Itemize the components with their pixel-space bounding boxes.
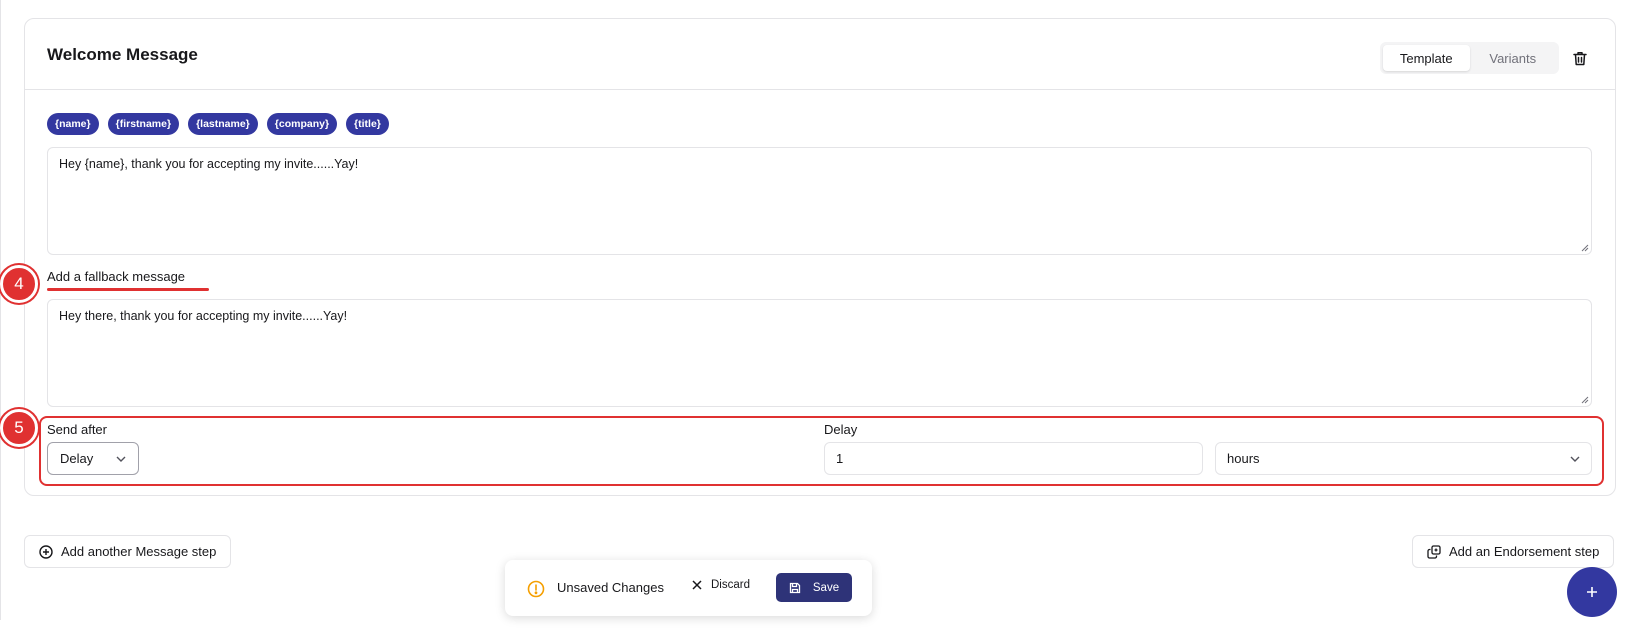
card-title: Welcome Message — [47, 45, 198, 64]
save-label: Save — [812, 581, 840, 594]
annotation-callout-4: 4 — [0, 265, 38, 303]
close-icon — [692, 580, 702, 590]
resize-handle-icon[interactable] — [1581, 244, 1589, 252]
add-message-step-button[interactable]: Add another Message step — [24, 535, 232, 568]
discard-label: Discard — [711, 579, 750, 591]
delete-step-button[interactable] — [1570, 48, 1590, 68]
resize-handle-icon[interactable] — [1581, 396, 1589, 404]
copy-plus-icon — [1427, 544, 1441, 559]
fallback-message-textarea[interactable]: Hey there, thank you for accepting my in… — [47, 299, 1592, 407]
discard-button[interactable]: Discard — [692, 579, 750, 591]
variable-chip-lastname[interactable]: {lastname} — [188, 113, 258, 135]
add-endorsement-step-label: Add an Endorsement step — [1449, 544, 1600, 559]
variable-chip-firstname[interactable]: {firstname} — [107, 113, 180, 135]
annotation-underline — [47, 288, 209, 291]
warning-icon — [527, 580, 545, 598]
message-text: Hey {name}, thank you for accepting my i… — [59, 157, 359, 171]
unsaved-changes-text: Unsaved Changes — [557, 580, 664, 595]
plus-icon — [1587, 587, 1597, 597]
tab-template[interactable]: Template — [1383, 45, 1470, 71]
plus-circle-icon — [39, 544, 53, 559]
variable-chip-title[interactable]: {title} — [346, 113, 389, 135]
save-button[interactable]: Save — [776, 573, 852, 602]
left-divider — [0, 0, 1, 620]
template-variants-toggle: Template Variants — [1380, 42, 1559, 74]
save-icon — [789, 582, 801, 593]
floating-add-button[interactable] — [1567, 567, 1617, 617]
card-header: Welcome Message Template Variants — [25, 19, 1615, 90]
tab-variants[interactable]: Variants — [1470, 45, 1557, 71]
add-endorsement-step-button[interactable]: Add an Endorsement step — [1412, 535, 1615, 568]
fallback-message-text: Hey there, thank you for accepting my in… — [59, 309, 348, 323]
variable-chip-name[interactable]: {name} — [47, 113, 99, 135]
variable-chips: {name} {firstname} {lastname} {company} … — [47, 113, 389, 135]
trash-icon — [1573, 51, 1587, 65]
variable-chip-company[interactable]: {company} — [266, 113, 338, 135]
message-textarea[interactable]: Hey {name}, thank you for accepting my i… — [47, 147, 1592, 255]
annotation-highlight-box — [39, 416, 1604, 486]
annotation-callout-5: 5 — [0, 409, 38, 447]
fallback-message-label[interactable]: Add a fallback message — [47, 269, 185, 284]
add-message-step-label: Add another Message step — [61, 544, 217, 559]
unsaved-changes-toast: Unsaved Changes Discard Save — [505, 560, 872, 616]
